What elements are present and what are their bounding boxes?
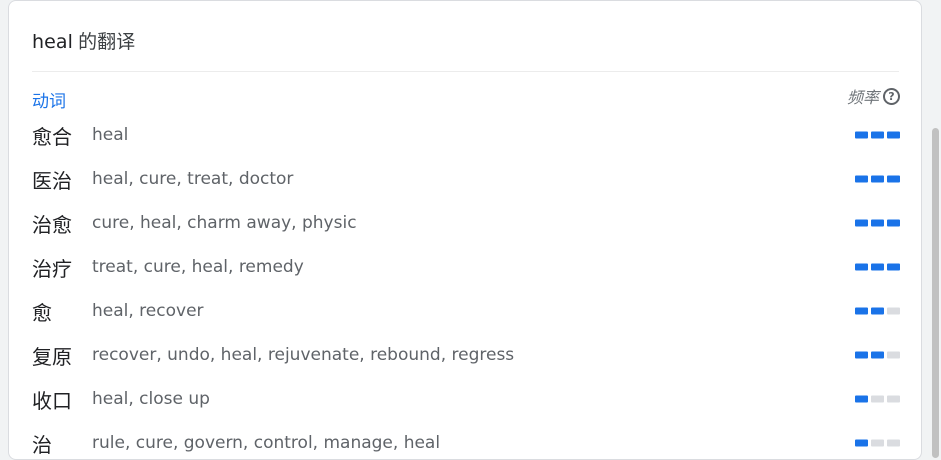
frequency-bar-segment <box>855 307 868 315</box>
frequency-bars <box>855 219 900 227</box>
frequency-bar-segment <box>855 175 868 183</box>
translation-row: 治愈 cure, heal, charm away, physic <box>32 201 900 245</box>
card-title: heal 的翻译 <box>32 27 135 54</box>
frequency-bar-segment <box>855 131 868 139</box>
translation-card: heal 的翻译 动词 频率 ? 愈合 heal 医治 heal, cure, t… <box>8 0 922 460</box>
frequency-bar-segment <box>871 219 884 227</box>
frequency-bars <box>855 131 900 139</box>
english-translations: cure, heal, charm away, physic <box>92 213 357 233</box>
title-suffix: 的翻译 <box>78 31 136 53</box>
frequency-bar-segment <box>871 307 884 315</box>
frequency-bar-segment <box>871 131 884 139</box>
translation-row: 愈合 heal <box>32 113 900 157</box>
frequency-bars <box>855 175 900 183</box>
frequency-bar-segment <box>871 351 884 359</box>
frequency-header: 频率 ? <box>847 84 900 108</box>
translation-row: 治疗 treat, cure, heal, remedy <box>32 245 900 289</box>
part-of-speech-label: 动词 <box>32 92 66 112</box>
frequency-bar-segment <box>887 263 900 271</box>
frequency-bar-segment <box>855 395 868 403</box>
scrollbar-track[interactable] <box>930 0 941 458</box>
frequency-bar-segment <box>887 439 900 447</box>
english-translations: heal, close up <box>92 389 210 409</box>
translation-row: 收口 heal, close up <box>32 377 900 421</box>
chinese-word[interactable]: 治 <box>32 429 92 458</box>
frequency-bars <box>855 351 900 359</box>
chinese-word[interactable]: 医治 <box>32 165 92 194</box>
chinese-word[interactable]: 愈 <box>32 297 92 326</box>
english-translations: recover, undo, heal, rejuvenate, rebound… <box>92 345 515 365</box>
frequency-bars <box>855 439 900 447</box>
frequency-bar-segment <box>855 263 868 271</box>
frequency-bar-segment <box>855 351 868 359</box>
frequency-bar-segment <box>887 219 900 227</box>
frequency-bar-segment <box>855 439 868 447</box>
translation-row: 治 rule, cure, govern, control, manage, h… <box>32 421 900 459</box>
frequency-bar-segment <box>871 395 884 403</box>
divider <box>32 71 899 72</box>
scrollbar-thumb[interactable] <box>932 128 939 458</box>
english-translations: treat, cure, heal, remedy <box>92 257 304 277</box>
frequency-bars <box>855 307 900 315</box>
frequency-bar-segment <box>855 219 868 227</box>
english-translations: rule, cure, govern, control, manage, hea… <box>92 433 441 453</box>
translation-row: 愈 heal, recover <box>32 289 900 333</box>
frequency-bar-segment <box>887 351 900 359</box>
english-translations: heal, cure, treat, doctor <box>92 169 294 189</box>
english-translations: heal, recover <box>92 301 204 321</box>
frequency-bar-segment <box>887 131 900 139</box>
translation-list: 愈合 heal 医治 heal, cure, treat, doctor 治愈 … <box>32 113 900 459</box>
frequency-bars <box>855 395 900 403</box>
chinese-word[interactable]: 愈合 <box>32 121 92 150</box>
translation-row: 医治 heal, cure, treat, doctor <box>32 157 900 201</box>
frequency-label: 频率 <box>846 88 879 107</box>
frequency-bar-segment <box>887 175 900 183</box>
frequency-bar-segment <box>887 307 900 315</box>
frequency-bar-segment <box>871 439 884 447</box>
frequency-bars <box>855 263 900 271</box>
chinese-word[interactable]: 收口 <box>32 385 92 414</box>
question-circle-icon[interactable]: ? <box>883 87 900 105</box>
frequency-bar-segment <box>871 175 884 183</box>
frequency-bar-segment <box>887 395 900 403</box>
chinese-word[interactable]: 治愈 <box>32 209 92 238</box>
title-word: heal <box>32 31 74 53</box>
english-translations: heal <box>92 125 129 145</box>
chinese-word[interactable]: 复原 <box>32 341 92 370</box>
frequency-bar-segment <box>871 263 884 271</box>
chinese-word[interactable]: 治疗 <box>32 253 92 282</box>
translation-row: 复原 recover, undo, heal, rejuvenate, rebo… <box>32 333 900 377</box>
